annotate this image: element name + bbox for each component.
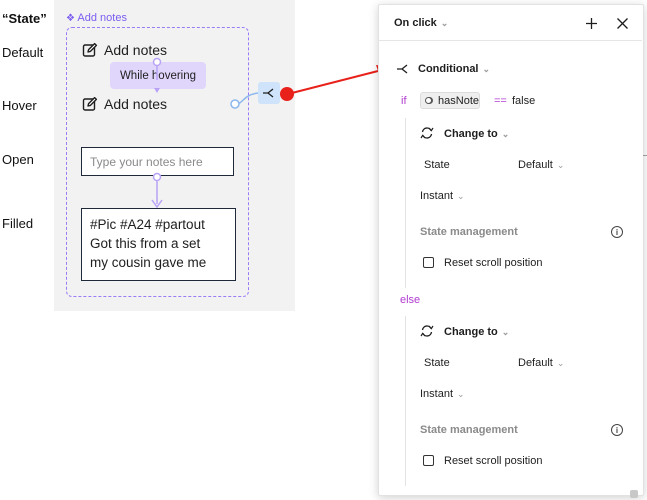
animation-dropdown-2[interactable]: Instant ⌄ — [420, 388, 465, 400]
reset-scroll-checkbox-2[interactable] — [423, 455, 434, 466]
background-panel-edge — [643, 155, 647, 156]
panel-divider — [378, 40, 642, 41]
action-label-2: Change to — [444, 326, 498, 338]
if-keyword: if — [401, 95, 407, 107]
state-dropdown-2[interactable]: Default ⌄ — [518, 357, 564, 369]
chevron-down-icon: ⌄ — [457, 389, 465, 399]
reset-scroll-label-2: Reset scroll position — [444, 455, 543, 467]
chevron-down-icon: ⌄ — [501, 327, 510, 337]
interaction-panel — [378, 4, 644, 496]
trigger-label: On click — [394, 17, 437, 29]
variable-name: hasNote — [438, 94, 479, 107]
state-label-1: State — [424, 159, 450, 171]
red-arrow-dot — [280, 87, 294, 101]
chevron-down-icon: ⌄ — [501, 129, 510, 139]
swap-icon — [420, 325, 434, 337]
animation-value-2: Instant — [420, 388, 454, 400]
red-arrow-line — [287, 70, 379, 95]
condition-value[interactable]: false — [512, 95, 535, 107]
connector-node — [230, 99, 240, 109]
animation-dropdown-1[interactable]: Instant ⌄ — [420, 190, 465, 202]
chevron-down-icon: ⌄ — [440, 18, 449, 28]
conditional-dropdown[interactable]: Conditional ⌄ — [418, 63, 490, 75]
chevron-down-icon: ⌄ — [556, 160, 565, 170]
trigger-dropdown[interactable]: On click ⌄ — [394, 17, 448, 29]
branch-indent-line — [405, 118, 406, 288]
chevron-down-icon: ⌄ — [482, 64, 491, 74]
info-icon[interactable]: i — [611, 226, 623, 238]
chevron-down-icon: ⌄ — [556, 358, 565, 368]
info-icon[interactable]: i — [611, 424, 623, 436]
swap-icon — [420, 127, 434, 139]
flow-arrowhead — [154, 88, 160, 93]
scrollbar-thumb[interactable] — [630, 490, 638, 498]
state-management-heading-2: State management — [420, 424, 518, 436]
else-keyword: else — [400, 294, 421, 306]
branch-indent-line — [405, 316, 406, 486]
boolean-variable-icon — [425, 97, 434, 104]
close-icon[interactable] — [616, 17, 629, 30]
reset-scroll-label-1: Reset scroll position — [444, 257, 543, 269]
action-dropdown-1[interactable]: Change to ⌄ — [444, 128, 509, 140]
action-dropdown-2[interactable]: Change to ⌄ — [444, 326, 509, 338]
flow-node — [152, 57, 162, 67]
flow-node — [152, 172, 162, 182]
operator: == — [494, 95, 507, 107]
action-label-1: Change to — [444, 128, 498, 140]
branch-icon — [397, 64, 408, 74]
state-management-heading-1: State management — [420, 226, 518, 238]
plus-icon[interactable] — [585, 17, 598, 30]
state-label-2: State — [424, 357, 450, 369]
conditional-label: Conditional — [418, 63, 479, 75]
state-value-2: Default — [518, 357, 553, 369]
chevron-down-icon: ⌄ — [457, 191, 465, 201]
animation-value-1: Instant — [420, 190, 454, 202]
variable-pill[interactable]: hasNote — [420, 92, 480, 109]
state-value-1: Default — [518, 159, 553, 171]
state-dropdown-1[interactable]: Default ⌄ — [518, 159, 564, 171]
reset-scroll-checkbox-1[interactable] — [423, 257, 434, 268]
